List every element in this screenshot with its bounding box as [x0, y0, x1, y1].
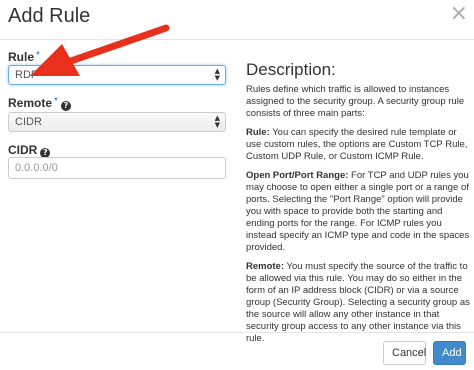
description-port-title: Open Port/Port Range: [246, 170, 349, 181]
rule-select-value: RDP [15, 69, 39, 81]
description-remote-title: Remote: [246, 261, 285, 272]
cidr-label: CIDR? [8, 143, 51, 158]
dialog-title: Add Rule [8, 5, 91, 27]
close-icon[interactable]: × [450, 3, 468, 25]
rule-select[interactable]: RDP ▲ ▼ [8, 65, 226, 85]
select-arrows-icon: ▲ ▼ [214, 114, 220, 129]
description-intro: Rules define which traffic is allowed to… [246, 84, 465, 119]
description-port: Open Port/Port Range: For TCP and UDP ru… [246, 170, 470, 254]
remote-label-text: Remote [8, 96, 53, 110]
dialog-header: Add Rule × [0, 0, 474, 40]
select-arrows-icon: ▲ ▼ [214, 67, 220, 82]
help-icon[interactable]: ? [60, 101, 71, 111]
description-rule-text: You can specify the desired rule templat… [246, 127, 468, 162]
description-port-text: For TCP and UDP rules you may choose to … [246, 170, 470, 253]
description-rule: Rule: You can specify the desired rule t… [246, 127, 470, 163]
cancel-button[interactable]: Cancel [383, 341, 426, 365]
description-panel: Description: Rules define which traffic … [246, 60, 470, 352]
remote-label: Remote *? [8, 96, 71, 111]
dialog-footer: Cancel Add [0, 332, 474, 370]
description-heading: Description: [246, 60, 336, 79]
remote-select-value: CIDR [15, 116, 42, 128]
cidr-input[interactable] [8, 157, 226, 179]
add-rule-dialog: Add Rule × Rule * RDP ▲ ▼ Remote *? CIDR ▲ ▼… [0, 0, 474, 370]
description-rule-title: Rule: [246, 127, 270, 138]
cidr-label-text: CIDR [8, 143, 38, 157]
required-mark: * [54, 96, 58, 107]
required-mark: * [36, 50, 40, 61]
rule-label-text: Rule [8, 50, 35, 64]
remote-select[interactable]: CIDR ▲ ▼ [8, 112, 226, 132]
add-button[interactable]: Add [433, 341, 466, 365]
rule-label: Rule * [8, 50, 40, 64]
